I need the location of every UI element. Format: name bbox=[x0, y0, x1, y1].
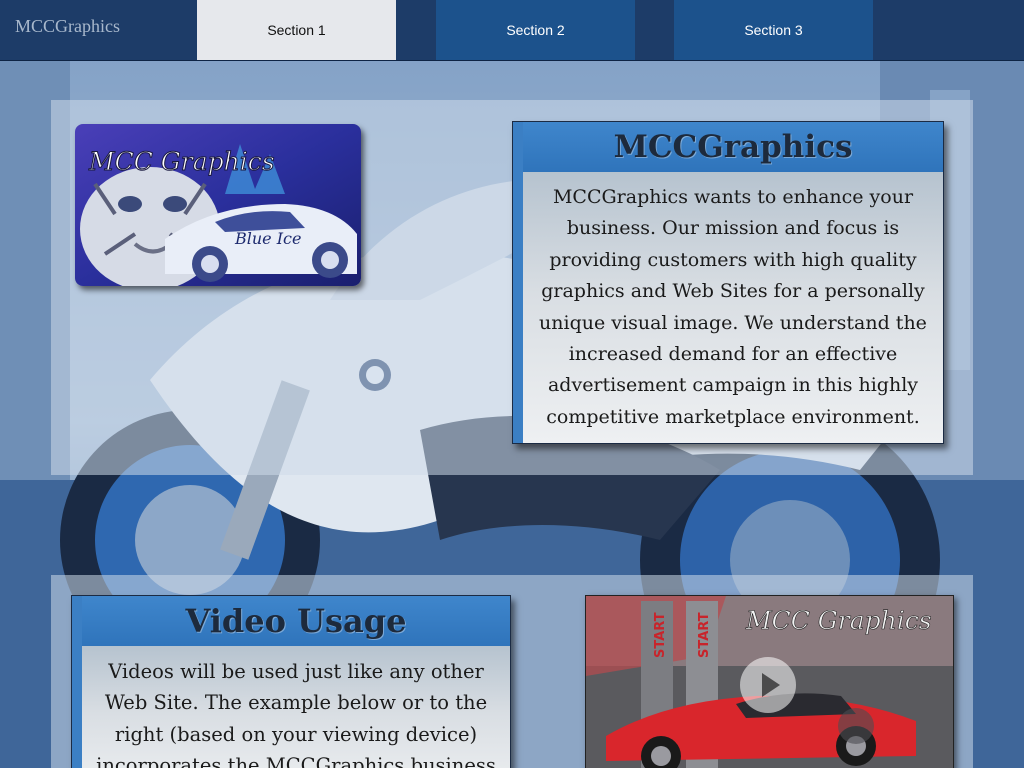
video-info-box: Video Usage Videos will be used just lik… bbox=[71, 595, 511, 768]
intro-header: MCCGraphics bbox=[523, 122, 943, 172]
intro-title: MCCGraphics bbox=[613, 129, 853, 165]
video-header: Video Usage bbox=[82, 596, 510, 646]
tab-section-3[interactable]: Section 3 bbox=[674, 0, 873, 60]
video-text: Videos will be used just like any other … bbox=[96, 660, 496, 768]
tab-section-1[interactable]: Section 1 bbox=[197, 0, 396, 60]
brand-logo-text[interactable]: MCCGraphics bbox=[15, 16, 120, 37]
start-sign-1: START bbox=[653, 612, 668, 658]
logo-artwork: MCC Graphics Blue Ice bbox=[75, 124, 361, 286]
top-navigation-bar: MCCGraphics Section 1 Section 2 Section … bbox=[0, 0, 1024, 61]
intro-info-box: MCCGraphics MCCGraphics wants to enhance… bbox=[512, 121, 944, 444]
intro-text: MCCGraphics wants to enhance your busine… bbox=[539, 186, 927, 428]
thumb-title-text: MCC Graphics bbox=[745, 606, 932, 635]
blue-ice-logo-card: MCC Graphics Blue Ice bbox=[75, 124, 361, 286]
logo-subtitle-text: Blue Ice bbox=[234, 229, 301, 248]
tab-section-2[interactable]: Section 2 bbox=[436, 0, 635, 60]
video-body: Videos will be used just like any other … bbox=[82, 646, 510, 768]
logo-title-text: MCC Graphics bbox=[88, 147, 275, 176]
video-title: Video Usage bbox=[185, 602, 407, 640]
start-sign-2: START bbox=[697, 612, 712, 658]
video-play-button[interactable] bbox=[740, 657, 796, 713]
intro-body: MCCGraphics wants to enhance your busine… bbox=[523, 172, 943, 443]
